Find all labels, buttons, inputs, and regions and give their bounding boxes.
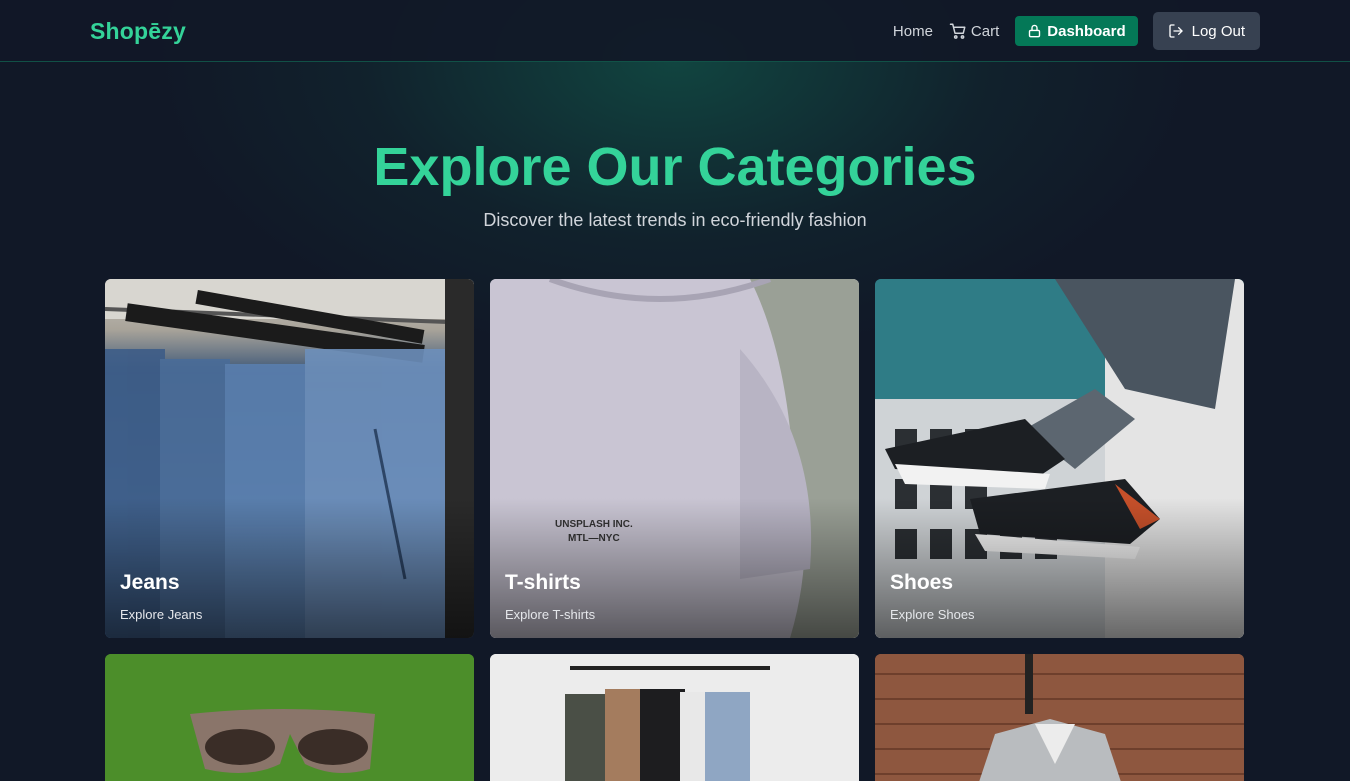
category-card-jeans[interactable]: Jeans Explore Jeans <box>105 279 474 638</box>
cart-icon <box>949 23 966 39</box>
category-card-clothing[interactable] <box>490 654 859 781</box>
category-title: T-shirts <box>505 571 581 594</box>
category-card-suits[interactable] <box>875 654 1244 781</box>
page-subtitle: Discover the latest trends in eco-friend… <box>483 210 867 230</box>
nav-cart-link[interactable]: Cart <box>949 22 999 40</box>
category-card-sunglasses[interactable] <box>105 654 474 781</box>
category-card-shoes[interactable]: Shoes Explore Shoes <box>875 279 1244 638</box>
nav-home-link[interactable]: Home <box>893 23 933 40</box>
top-navbar: Shopēzy Home Cart Dashboard Log Out <box>0 0 1350 62</box>
nav-home-label: Home <box>892 22 933 40</box>
category-title: Shoes <box>890 571 954 594</box>
brand-logo[interactable]: Shopēzy <box>90 18 186 45</box>
suits-image <box>875 654 1244 781</box>
dashboard-label: Dashboard <box>1047 22 1126 40</box>
category-link[interactable]: Explore T-shirts <box>505 607 595 622</box>
logout-label: Log Out <box>1191 22 1245 40</box>
nav-cart-label: Cart <box>970 22 1000 40</box>
category-card-tshirts[interactable]: UNSPLASH INC. MTL—NYC T-shirts Explore T… <box>490 279 859 638</box>
logout-button[interactable]: Log Out <box>1152 12 1260 50</box>
dashboard-button[interactable]: Dashboard <box>1015 16 1138 46</box>
lock-icon <box>1029 24 1041 38</box>
logout-icon <box>1168 24 1183 38</box>
category-link[interactable]: Explore Jeans <box>120 607 202 622</box>
sunglasses-image <box>105 654 474 781</box>
category-link[interactable]: Explore Shoes <box>890 607 975 622</box>
page-title: Explore Our Categories <box>373 137 977 197</box>
clothing-rack-image <box>490 654 859 781</box>
main-nav: Home Cart Dashboard Log Out <box>893 12 1260 50</box>
category-title: Jeans <box>120 571 180 594</box>
